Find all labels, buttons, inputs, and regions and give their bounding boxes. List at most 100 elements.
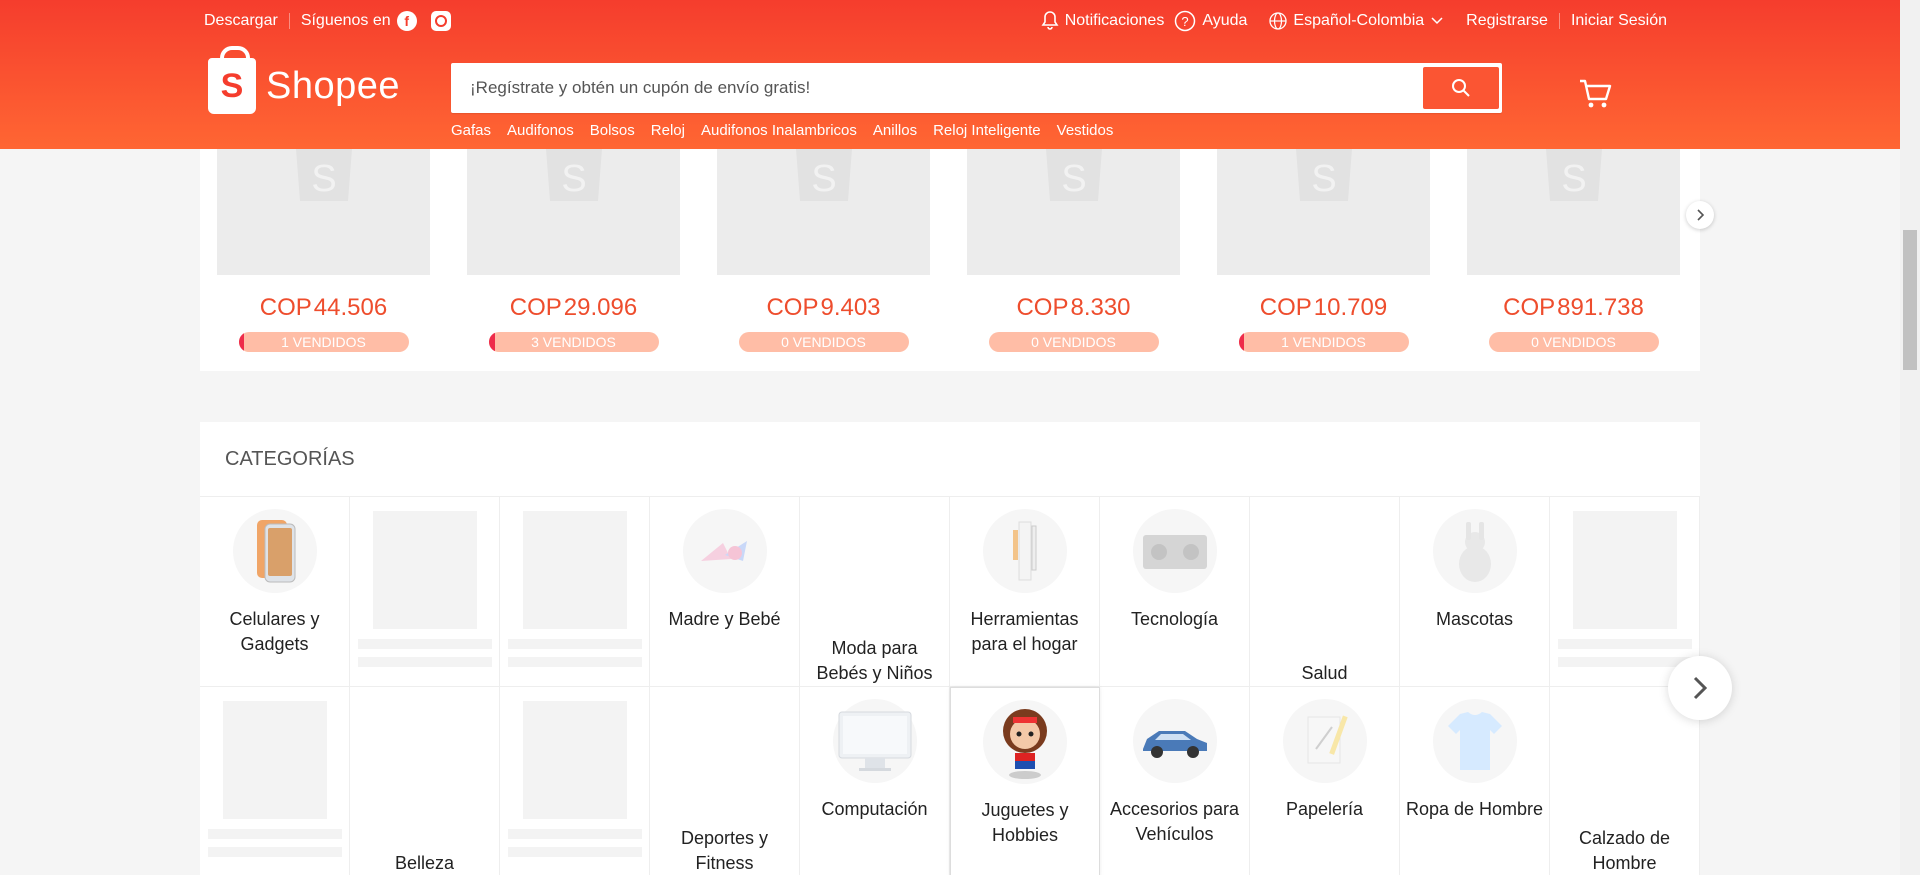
sold-progress-bar: 0 VENDIDOS [738, 332, 909, 352]
instagram-icon[interactable] [430, 11, 451, 31]
search-bar [451, 63, 1502, 113]
text-placeholder [357, 657, 492, 667]
category-item[interactable]: Mascotas [1400, 497, 1550, 687]
shopee-bag-icon: S [545, 149, 602, 201]
product-image-placeholder: S [717, 149, 930, 275]
category-label: Computación [821, 799, 928, 819]
product-price: COP10.709 [1259, 294, 1388, 321]
help-icon: ? [1175, 10, 1196, 32]
toy-icon [983, 700, 1067, 784]
shopee-logo[interactable]: S Shopee [208, 46, 401, 114]
bell-icon [1041, 11, 1059, 30]
svg-text:?: ? [1182, 14, 1189, 29]
category-item[interactable]: Tecnología [1100, 497, 1250, 687]
categories-title: CATEGORÍAS [200, 422, 1700, 497]
category-label: Belleza [394, 853, 455, 873]
search-button[interactable] [1423, 67, 1499, 109]
download-link[interactable]: Descargar [204, 12, 278, 30]
carousel-next-button[interactable] [1686, 201, 1714, 229]
text-placeholder [207, 829, 342, 839]
category-item[interactable]: Juguetes y Hobbies [950, 687, 1100, 875]
category-item[interactable]: Moda para Bebés y Niños [800, 497, 950, 687]
quick-link[interactable]: Reloj Inteligente [933, 122, 1041, 139]
search-icon [1452, 79, 1470, 97]
quick-link[interactable]: Gafas [451, 122, 491, 139]
register-link[interactable]: Registrarse [1466, 12, 1548, 30]
category-item[interactable]: Accesorios para Vehículos [1100, 687, 1250, 875]
text-placeholder [1557, 657, 1692, 667]
product-price: COP9.403 [766, 294, 881, 321]
sold-progress-fill [1238, 332, 1244, 352]
page-scrollbar[interactable] [1900, 0, 1920, 875]
categories-next-button[interactable] [1668, 656, 1732, 720]
sold-count: 0 VENDIDOS [1031, 334, 1116, 350]
image-placeholder [372, 511, 477, 629]
category-item[interactable]: Ropa de Hombre [1400, 687, 1550, 875]
tools-icon [982, 509, 1067, 593]
quick-link[interactable]: Audifonos Inalambricos [701, 122, 857, 139]
category-item[interactable]: Deportes y Fitness [650, 687, 800, 875]
category-label: Mascotas [1435, 609, 1514, 629]
category-item[interactable]: Salud [1250, 497, 1400, 687]
category-label: Celulares y Gadgets [229, 609, 320, 654]
category-placeholder [1550, 497, 1700, 687]
sold-count: 1 VENDIDOS [281, 334, 366, 350]
category-item[interactable]: Computación [800, 687, 950, 875]
help-link[interactable]: ? Ayuda [1174, 10, 1247, 32]
image-placeholder [1572, 511, 1677, 629]
quick-link[interactable]: Reloj [651, 122, 685, 139]
logo-text: Shopee [266, 64, 401, 107]
quick-link[interactable]: Audifonos [507, 122, 574, 139]
product-card[interactable]: S COP891.738 0 VENDIDOS [1467, 149, 1680, 352]
header: Descargar Síguenos en f Notificaciones ?… [0, 0, 1900, 149]
text-placeholder [507, 639, 642, 649]
notifications-link[interactable]: Notificaciones [1041, 11, 1165, 31]
search-input[interactable] [454, 78, 1423, 98]
category-label: Moda para Bebés y Niños [816, 638, 933, 683]
sold-count: 0 VENDIDOS [781, 334, 866, 350]
category-item[interactable]: Herramientas para el hogar [950, 497, 1100, 687]
category-item[interactable]: Calzado de Hombre [1550, 687, 1700, 875]
cart-icon[interactable] [1578, 78, 1612, 115]
category-placeholder [200, 687, 350, 875]
quick-link[interactable]: Bolsos [590, 122, 635, 139]
product-price: COP44.506 [259, 294, 388, 321]
product-price: COP8.330 [1016, 294, 1131, 321]
category-label: Ropa de Hombre [1405, 799, 1544, 819]
product-card[interactable]: S COP9.403 0 VENDIDOS [717, 149, 930, 352]
baby-icon [682, 509, 767, 593]
scrollbar-thumb[interactable] [1903, 230, 1917, 370]
product-card[interactable]: S COP8.330 0 VENDIDOS [967, 149, 1180, 352]
product-card[interactable]: S COP29.096 3 VENDIDOS [467, 149, 680, 352]
category-item[interactable]: Papelería [1250, 687, 1400, 875]
shirt-icon [1432, 699, 1517, 783]
help-label: Ayuda [1202, 12, 1248, 29]
sold-progress-fill [238, 332, 244, 352]
product-card[interactable]: S COP10.709 1 VENDIDOS [1217, 149, 1430, 352]
notifications-label: Notificaciones [1064, 12, 1165, 29]
car-icon [1132, 699, 1217, 783]
category-item[interactable]: Belleza [350, 687, 500, 875]
text-placeholder [507, 829, 642, 839]
sold-progress-bar: 0 VENDIDOS [988, 332, 1159, 352]
divider [288, 13, 290, 29]
sold-count: 3 VENDIDOS [531, 334, 616, 350]
chevron-right-icon [1693, 676, 1708, 700]
product-image-placeholder: S [967, 149, 1180, 275]
svg-text:S: S [1061, 158, 1086, 200]
category-item[interactable]: Celulares y Gadgets [200, 497, 350, 687]
category-label: Herramientas para el hogar [970, 609, 1079, 654]
quick-link[interactable]: Anillos [873, 122, 917, 139]
product-price: COP29.096 [509, 294, 638, 321]
shopping-bag-icon: S [208, 46, 256, 114]
kids-fashion-icon [833, 509, 917, 538]
quick-link[interactable]: Vestidos [1057, 122, 1114, 139]
image-placeholder [522, 701, 627, 819]
category-item[interactable]: Madre y Bebé [650, 497, 800, 687]
login-link[interactable]: Iniciar Sesión [1571, 12, 1667, 30]
language-selector[interactable]: Español-Colombia [1269, 12, 1444, 30]
product-card[interactable]: S COP44.506 1 VENDIDOS [217, 149, 430, 352]
facebook-icon[interactable]: f [396, 11, 417, 31]
category-label: Salud [1301, 663, 1348, 683]
follow-label: Síguenos en [300, 12, 391, 29]
